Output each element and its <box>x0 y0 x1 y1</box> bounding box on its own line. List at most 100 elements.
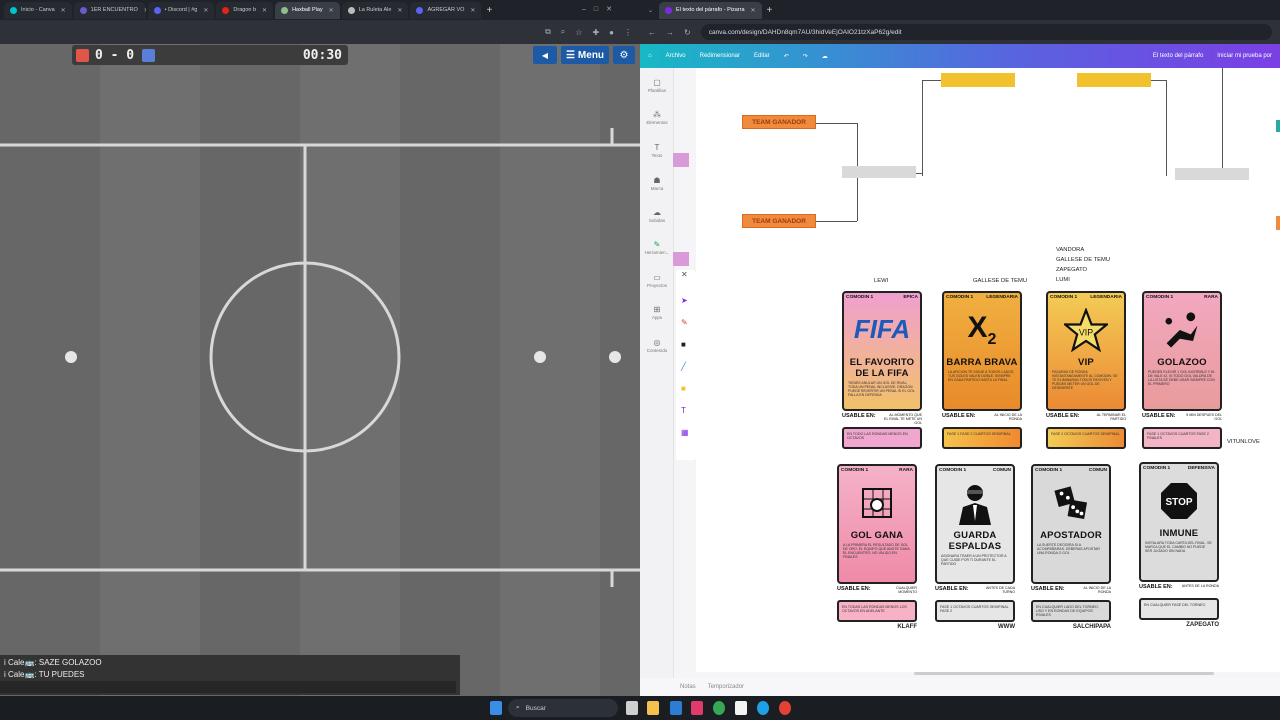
select-icon[interactable]: ➤ <box>681 296 688 305</box>
side-herramientas[interactable]: ✎ Herramien... <box>640 240 674 255</box>
explorer-icon[interactable] <box>647 701 659 715</box>
usable-box[interactable]: FASE 2 OCTAVOS CUARTOS SEMIFINAL <box>1046 427 1126 449</box>
close-icon[interactable]: ✕ <box>470 7 475 14</box>
pink-element[interactable] <box>673 153 689 167</box>
cloud-icon[interactable]: ☁ <box>822 53 828 60</box>
zoom-icon[interactable]: ⌕ <box>561 27 565 37</box>
bracket-slot[interactable] <box>1175 168 1249 180</box>
menu-archivo[interactable]: Archivo <box>666 53 686 59</box>
tab-agregar[interactable]: AGREGAR VO ✕ <box>410 1 482 19</box>
menu-button[interactable]: ☰ Menu <box>561 46 609 64</box>
app-icon[interactable] <box>779 701 791 715</box>
chrome-icon[interactable] <box>713 701 725 715</box>
tab-haxball[interactable]: Haxball Play ✕ <box>275 1 340 19</box>
name-gallese[interactable]: GALLESE DE TEMU <box>973 278 1027 285</box>
more-icon[interactable]: ⋮ <box>624 28 632 37</box>
card-owner[interactable]: KLAFF <box>877 624 917 630</box>
windows-start-icon[interactable] <box>490 701 502 715</box>
sticky-icon[interactable]: ■ <box>681 384 686 393</box>
name-lumi[interactable]: LUMI <box>1056 277 1070 284</box>
name-lewi[interactable]: LEWI <box>874 278 888 285</box>
notepad-icon[interactable] <box>735 701 747 715</box>
close-icon[interactable]: ✕ <box>751 7 756 14</box>
scrollbar[interactable] <box>914 672 1214 675</box>
new-tab-icon[interactable]: + <box>486 5 492 16</box>
new-tab-icon[interactable]: + <box>767 5 773 16</box>
app-icon[interactable] <box>691 701 703 715</box>
usable-box[interactable]: EN CUALQUIER FASE DEL TORNEO <box>1139 598 1219 620</box>
bracket-slot[interactable] <box>842 166 916 178</box>
back-icon[interactable]: ← <box>648 28 656 37</box>
sound-button[interactable]: ◀ <box>533 46 557 64</box>
tab-list-icon[interactable]: ⌄ <box>648 7 653 14</box>
haxball-field[interactable] <box>0 44 640 696</box>
side-marca[interactable]: ☗ Marca <box>640 176 674 191</box>
chat-input[interactable] <box>0 681 456 693</box>
side-subidas[interactable]: ☁ Subidas <box>640 208 674 223</box>
card-owner[interactable]: SALCHIPAPA <box>1071 624 1111 630</box>
card-owner[interactable]: ZAPEGATO <box>1179 622 1219 628</box>
translate-icon[interactable]: ⧉ <box>545 27 551 37</box>
profile-icon[interactable]: ● <box>609 28 614 37</box>
edge-icon[interactable] <box>757 701 769 715</box>
timer-button[interactable]: Temporizador <box>708 684 744 690</box>
comodin-card[interactable]: COMODIN 1 COMUN GUARDA ESPALDAS ASIGNARA TR… <box>935 464 1015 584</box>
tab-discord[interactable]: • Discord | #g ✕ <box>147 1 215 19</box>
home-icon[interactable]: ⌂ <box>648 53 652 59</box>
highlighter-icon[interactable]: ╱ <box>681 362 686 371</box>
extension-icon[interactable]: ✚ <box>592 28 599 37</box>
forward-icon[interactable]: → <box>666 28 674 37</box>
comodin-card[interactable]: COMODIN 1 RARA GOLAZOO PUEDES ELEGIR 1 GOL … <box>1142 291 1222 411</box>
usable-box[interactable]: EN TODAS LAS RONDAS MENOS LOS OCTAVOS EN… <box>837 600 917 622</box>
comodin-card[interactable]: COMODIN 1 COMUN APOSTADOR LA SUERTE DECIDIR… <box>1031 464 1111 584</box>
app-icon[interactable] <box>670 701 682 715</box>
comodin-card[interactable]: COMODIN 1 EPICA FIFA EL FAVORITO DE LA FIFA… <box>842 291 922 411</box>
tab-ruleta[interactable]: La Ruleta Ale ✕ <box>341 1 409 19</box>
comodin-card[interactable]: COMODIN 1 LEGENDARIA VIP VIP PASARAS DE ROND… <box>1046 291 1126 411</box>
team-ganador-1[interactable]: TEAM GANADOR <box>742 115 816 129</box>
side-contenido[interactable]: ◎ Contenido <box>640 338 674 353</box>
task-view-icon[interactable] <box>626 701 638 715</box>
trial-button[interactable]: Iniciar mi prueba por <box>1217 53 1272 59</box>
close-icon[interactable]: ✕ <box>329 7 334 14</box>
card-owner[interactable]: WWW <box>975 624 1015 630</box>
usable-box[interactable]: FASE 1 OCTAVOS CUARTOS FASE 2 FINALES <box>1142 427 1222 449</box>
address-bar[interactable]: canva.com/design/DAHDn8qm7AU/3hidVeEjOAI… <box>700 24 1272 40</box>
close-icon[interactable]: ✕ <box>397 7 402 14</box>
tab-encuentro[interactable]: 1ER ENCUENTRO✕ <box>73 1 146 19</box>
close-icon[interactable]: ✕ <box>262 7 267 14</box>
side-texto[interactable]: T Texto <box>640 143 674 158</box>
side-proyectos[interactable]: ▭ Proyectos <box>640 273 674 288</box>
name-gallese-2[interactable]: GALLESE DE TEMU <box>1056 257 1110 264</box>
bracket-slot[interactable] <box>1077 73 1151 87</box>
name-vandora[interactable]: VANDORA <box>1056 247 1084 254</box>
side-apps[interactable]: ⊞ Apps <box>640 305 674 320</box>
star-icon[interactable]: ☆ <box>575 28 582 37</box>
comodin-card[interactable]: COMODIN 1 DEFENSIVA STOP INMUNE INSTALARA TO… <box>1139 462 1219 582</box>
undo-icon[interactable]: ↶ <box>784 53 789 60</box>
close-icon[interactable]: ✕ <box>681 270 688 279</box>
side-elementos[interactable]: ⁂ Elementos <box>640 110 674 125</box>
comodin-card[interactable]: COMODIN 1 LEGENDARIA X2 BARRA BRAVA LA AFICI… <box>942 291 1022 411</box>
name-vitunlove[interactable]: VITUNLOVE <box>1227 439 1260 446</box>
text-icon[interactable]: T <box>681 406 686 415</box>
bracket-slot[interactable] <box>941 73 1015 87</box>
name-zapegato[interactable]: ZAPEGATO <box>1056 267 1087 274</box>
tab-canva-design[interactable]: El texto del párrafo - Pizarra ✕ <box>659 1 762 19</box>
taskbar-search[interactable]: ⌕ Buscar <box>508 699 618 717</box>
tab-canva[interactable]: Inicio - Canva ✕ <box>4 1 72 19</box>
pen-icon[interactable]: ✎ <box>681 318 688 327</box>
close-icon[interactable]: ✕ <box>61 7 66 14</box>
notes-button[interactable]: Notas <box>680 684 696 690</box>
usable-box[interactable]: FASE 1 FASE 2 CUARTOS SEMIFINAL <box>942 427 1022 449</box>
team-ganador-2[interactable]: TEAM GANADOR <box>742 214 816 228</box>
menu-redimensionar[interactable]: Redimensionar <box>700 53 740 59</box>
comodin-card[interactable]: COMODIN 1 RARA GOL GANA A LA PRIMERA EL RES… <box>837 464 917 584</box>
usable-box[interactable]: FASE 1 OCTAVOS CUARTOS SEMIFINAL FASE 2 <box>935 600 1015 622</box>
window-controls[interactable]: –□✕ <box>582 5 620 13</box>
menu-editar[interactable]: Editar <box>754 53 770 59</box>
settings-button[interactable]: ⚙ <box>613 46 635 64</box>
tab-dragon[interactable]: Dragon b ✕ <box>216 1 274 19</box>
usable-box[interactable]: EN TODO LAS RONDAS MENOS EN OCTAVOS <box>842 427 922 449</box>
usable-box[interactable]: EN CUALQUIER LADO DEL TORNEO, USO Y EN R… <box>1031 600 1111 622</box>
